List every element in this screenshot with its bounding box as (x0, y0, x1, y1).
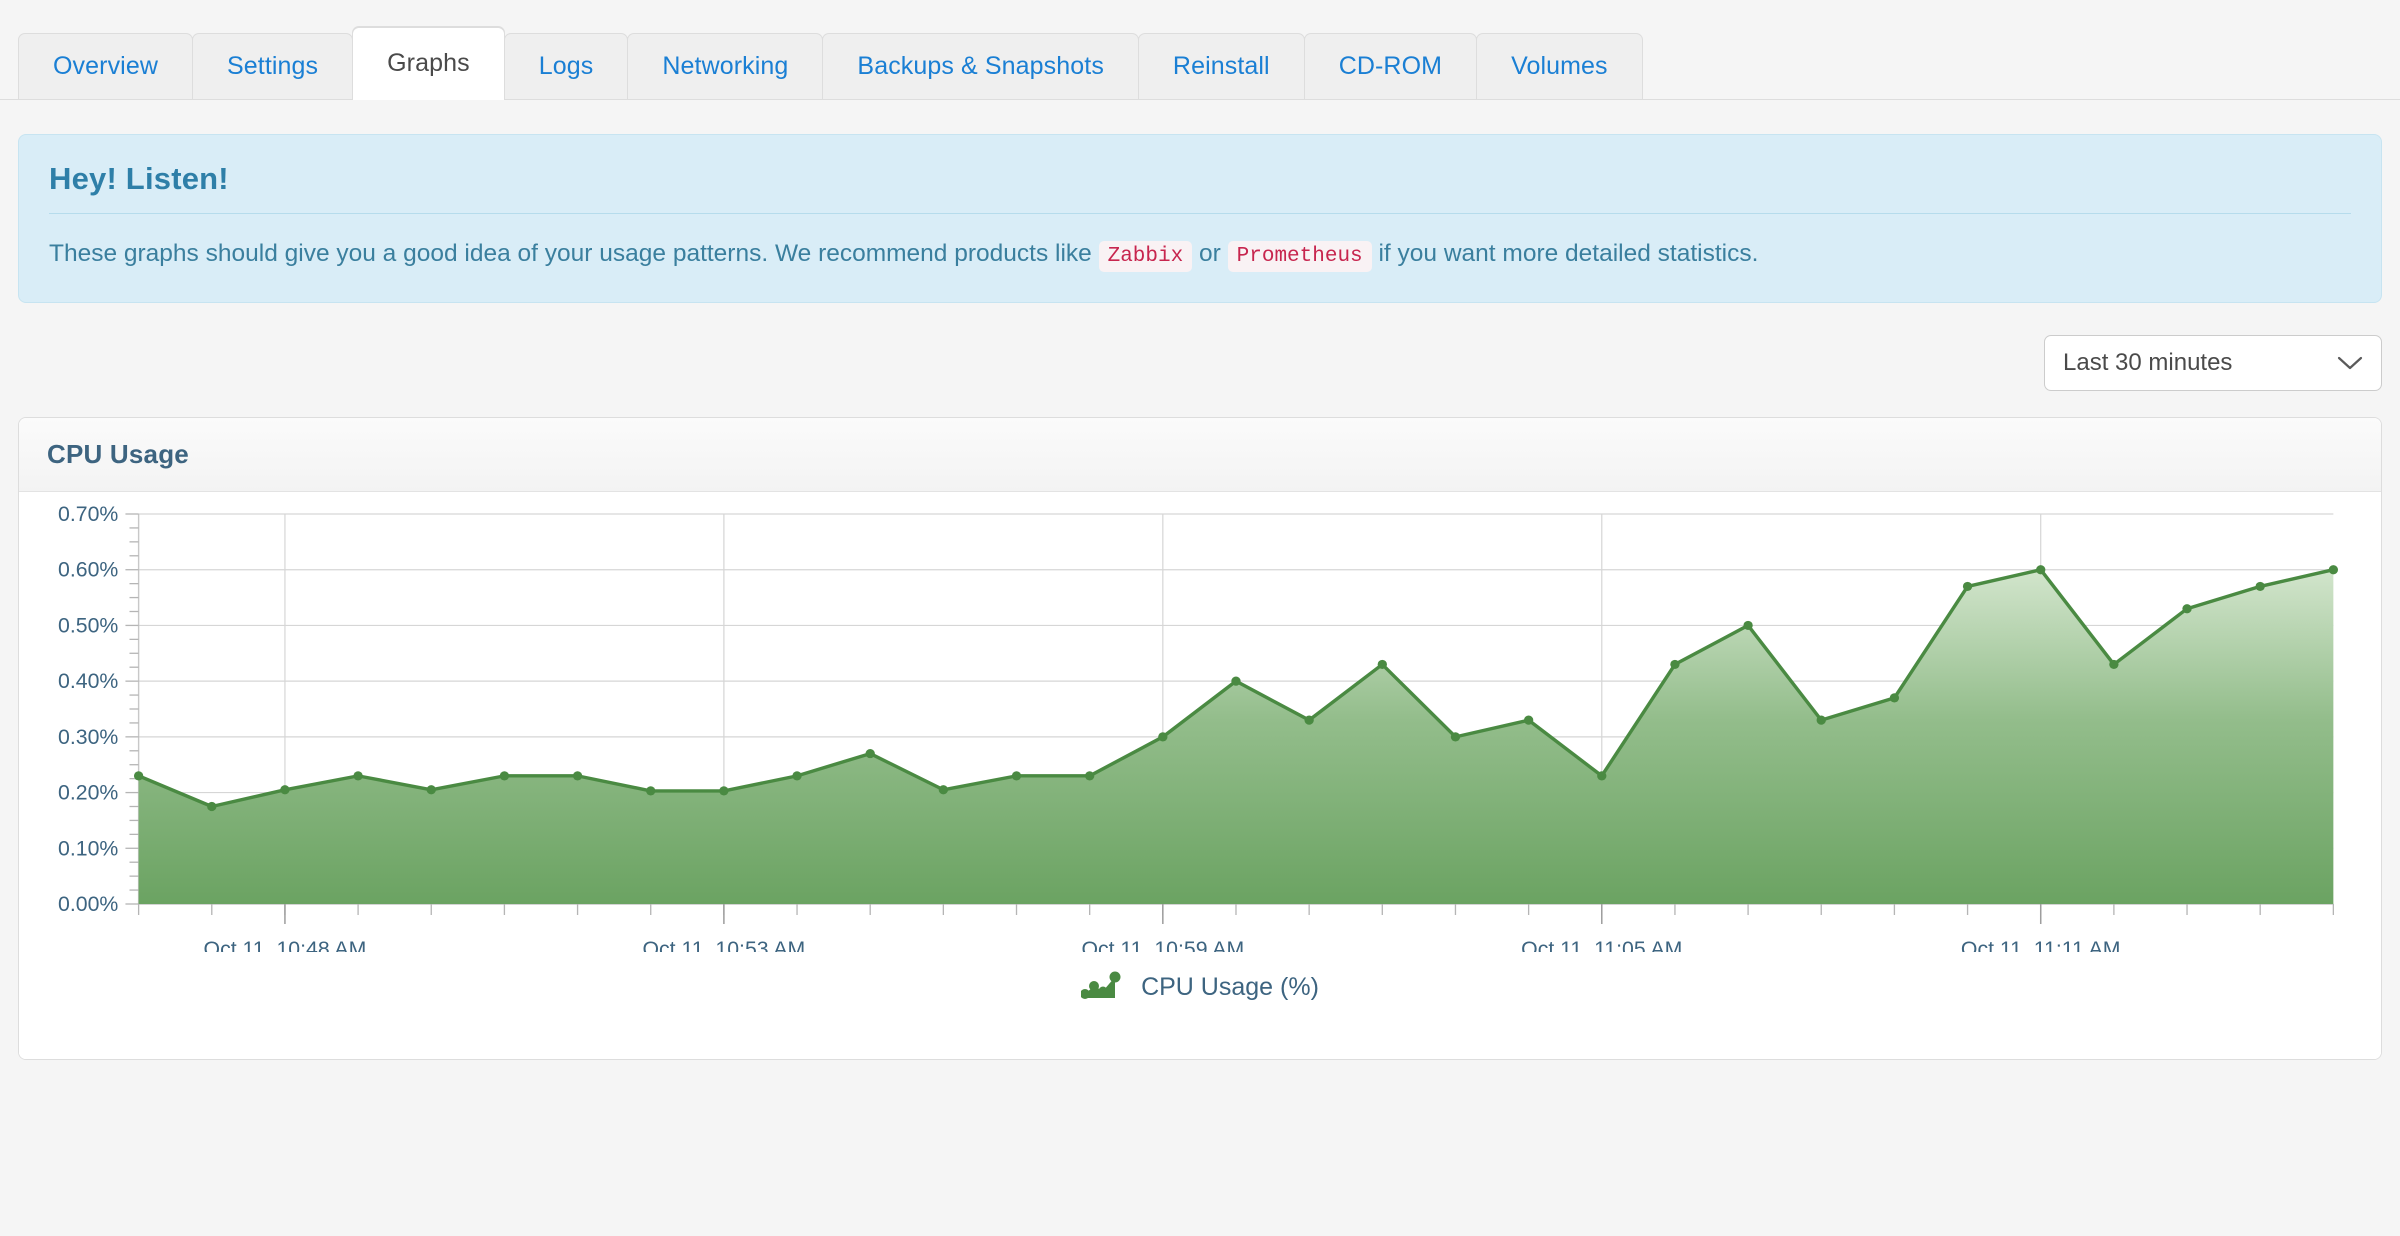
tab-overview[interactable]: Overview (18, 33, 193, 99)
x-axis-tick-label: Oct 11, 11:05 AM (1521, 939, 1682, 953)
code-prometheus: Prometheus (1227, 241, 1372, 272)
alert-body: These graphs should give you a good idea… (49, 236, 2351, 272)
alert-text-middle: or (1199, 240, 1221, 267)
tab-backups-snapshots[interactable]: Backups & Snapshots (822, 33, 1139, 99)
tab-label: Networking (662, 52, 789, 80)
page-content: Hey! Listen! These graphs should give yo… (0, 134, 2400, 1061)
time-range-value: Last 30 minutes (2063, 349, 2233, 377)
tab-label: Backups & Snapshots (857, 52, 1104, 80)
chart-legend: CPU Usage (%) (19, 952, 2381, 1060)
y-axis-tick-label: 0.50% (58, 615, 119, 638)
cpu-usage-card: CPU Usage 0.00% 0.10% 0.20% 0.30% 0.40% … (18, 417, 2382, 1061)
tab-label: Settings (227, 52, 319, 80)
card-body: 0.00% 0.10% 0.20% 0.30% 0.40% 0.50% 0.60% 0.70%… (19, 492, 2381, 1060)
area-chart-icon (1080, 968, 1123, 1007)
card-header: CPU Usage (19, 418, 2381, 493)
alert-text-before: These graphs should give you a good idea… (49, 240, 1092, 267)
tab-label: Logs (538, 52, 594, 80)
chevron-down-icon (2337, 355, 2363, 371)
alert-title: Hey! Listen! (49, 161, 229, 196)
y-axis-tick-label: 0.20% (58, 782, 119, 805)
y-axis-tick-label: 0.70% (58, 504, 119, 527)
tab-label: Reinstall (1172, 52, 1270, 80)
tab-graphs[interactable]: Graphs (352, 27, 505, 100)
card-title: CPU Usage (47, 439, 189, 470)
tab-label: CD-ROM (1338, 52, 1443, 80)
alert-text-after: if you want more detailed statistics. (1378, 240, 1759, 267)
alert-divider (49, 213, 2351, 214)
tab-logs[interactable]: Logs (503, 33, 629, 99)
legend-label: CPU Usage (%) (1141, 973, 1319, 1002)
range-select-row: Last 30 minutes (18, 335, 2382, 392)
x-axis-tick-label: Oct 11, 10:59 AM (1081, 939, 1244, 953)
tab-reinstall[interactable]: Reinstall (1137, 33, 1305, 99)
code-zabbix: Zabbix (1098, 241, 1193, 272)
y-axis-labels: 0.00% 0.10% 0.20% 0.30% 0.40% 0.50% 0.60% 0.70% (58, 504, 119, 917)
tab-volumes[interactable]: Volumes (1476, 33, 1643, 99)
tab-label: Volumes (1511, 52, 1608, 80)
x-axis-tick-label: Oct 11, 10:53 AM (643, 939, 806, 953)
x-axis-tick-label: Oct 11, 11:11 AM (1961, 939, 2121, 953)
tab-networking[interactable]: Networking (627, 33, 824, 99)
tab-label: Graphs (387, 49, 470, 77)
cpu-usage-chart: 0.00% 0.10% 0.20% 0.30% 0.40% 0.50% 0.60% 0.70%… (19, 492, 2381, 952)
y-axis-tick-label: 0.30% (58, 726, 119, 749)
y-axis-tick-label: 0.00% (58, 894, 119, 917)
tab-cd-rom[interactable]: CD-ROM (1303, 33, 1478, 99)
tab-label: Overview (53, 52, 158, 80)
tab-settings[interactable]: Settings (192, 33, 354, 99)
y-axis-tick-label: 0.40% (58, 671, 119, 694)
chart-canvas: 0.00% 0.10% 0.20% 0.30% 0.40% 0.50% 0.60% 0.70%… (58, 504, 2339, 953)
info-alert: Hey! Listen! These graphs should give yo… (18, 134, 2382, 304)
time-range-select[interactable]: Last 30 minutes (2044, 335, 2382, 392)
y-axis-tick-label: 0.60% (58, 559, 119, 582)
y-axis-tick-label: 0.10% (58, 838, 119, 861)
x-axis-labels: Oct 11, 10:48 AM Oct 11, 10:53 AM Oct 11, … (204, 939, 2121, 953)
tab-bar: Overview Settings Graphs Logs Networking Back… (0, 0, 2400, 100)
x-axis-tick-label: Oct 11, 10:48 AM (204, 939, 367, 953)
